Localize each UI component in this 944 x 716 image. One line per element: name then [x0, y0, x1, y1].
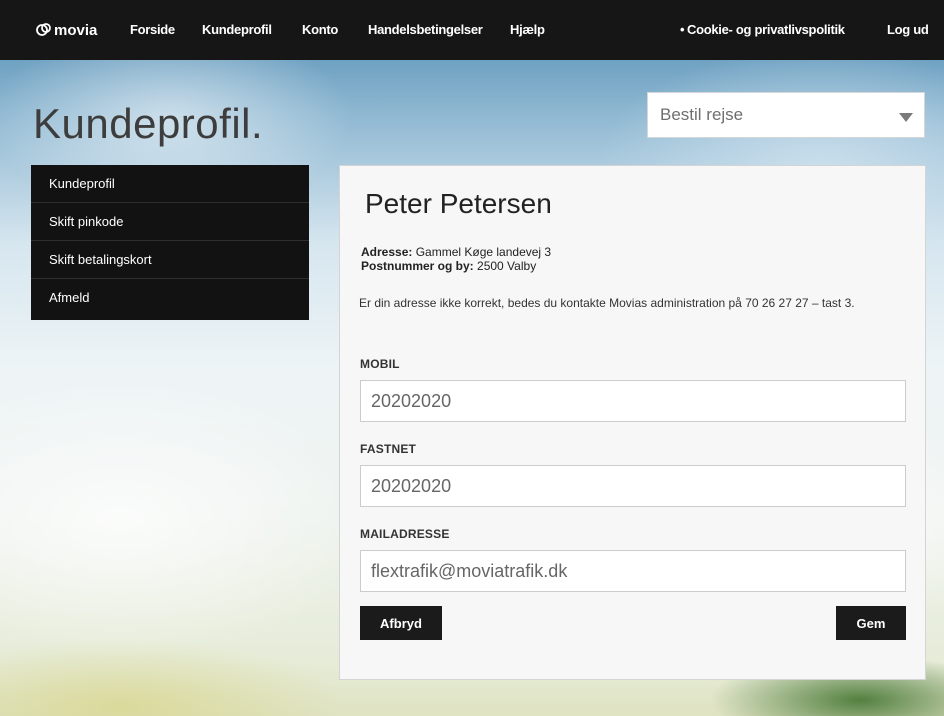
address-label: Adresse: — [361, 245, 413, 259]
dropdown-selected-value: Bestil rejse — [660, 105, 744, 124]
mail-input[interactable] — [360, 550, 906, 592]
fastnet-input[interactable] — [360, 465, 906, 507]
nav-handelsbetingelser[interactable]: Handelsbetingelser — [368, 0, 483, 60]
mail-label: MAILADRESSE — [360, 527, 450, 541]
nav-forside[interactable]: Forside — [130, 0, 175, 60]
caret-down-icon — [899, 113, 913, 122]
mobil-label: MOBIL — [360, 357, 400, 371]
logo-text: movia — [54, 21, 98, 39]
cancel-button[interactable]: Afbryd — [360, 606, 442, 640]
movia-logo-icon — [36, 23, 51, 36]
sidebar-item-afmeld[interactable]: Afmeld — [31, 279, 309, 317]
sidebar-menu: Kundeprofil Skift pinkode Skift betaling… — [31, 165, 309, 320]
nav-konto[interactable]: Konto — [302, 0, 338, 60]
address-value: Gammel Køge landevej 3 — [415, 245, 552, 259]
sidebar-item-kundeprofil[interactable]: Kundeprofil — [31, 165, 309, 203]
page-title: Kundeprofil. — [33, 100, 264, 147]
mobil-input[interactable] — [360, 380, 906, 422]
nav-logout[interactable]: Log ud — [887, 0, 929, 60]
movia-logo[interactable]: movia — [36, 18, 97, 42]
nav-kundeprofil[interactable]: Kundeprofil — [202, 0, 272, 60]
profile-card: Peter Petersen Adresse: Gammel Køge land… — [339, 165, 926, 680]
nav-hjaelp[interactable]: Hjælp — [510, 0, 545, 60]
sidebar-item-skift-betalingskort[interactable]: Skift betalingskort — [31, 241, 309, 279]
postal-line: Postnummer og by: 2500 Valby — [361, 259, 536, 273]
address-line: Adresse: Gammel Køge landevej 3 — [361, 245, 551, 259]
nav-bullet: • — [680, 22, 685, 37]
save-button[interactable]: Gem — [836, 606, 906, 640]
postal-label: Postnummer og by: — [361, 259, 474, 273]
top-navigation: movia Forside Kundeprofil Konto Handelsb… — [0, 0, 944, 60]
sidebar-item-skift-pinkode[interactable]: Skift pinkode — [31, 203, 309, 241]
postal-value: 2500 Valby — [477, 259, 537, 273]
customer-name: Peter Petersen — [365, 188, 552, 219]
order-trip-dropdown[interactable]: Bestil rejse — [647, 92, 925, 138]
fastnet-label: FASTNET — [360, 442, 417, 456]
nav-cookie-policy[interactable]: Cookie- og privatlivspolitik — [687, 0, 845, 60]
address-notice: Er din adresse ikke korrekt, bedes du ko… — [359, 296, 855, 310]
